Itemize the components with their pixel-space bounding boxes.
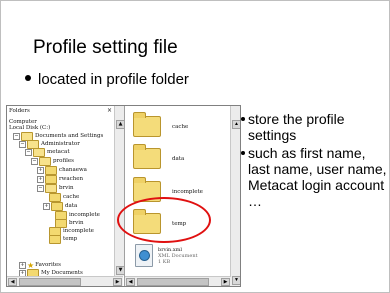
star-icon: ★ (27, 260, 35, 270)
tree-scroll-thumb[interactable] (19, 278, 81, 286)
tree-item-brvin-sub[interactable]: brvin (55, 218, 84, 228)
scroll-left-arrow-icon[interactable]: ◀ (126, 278, 135, 286)
bullet-dot (25, 75, 31, 82)
scroll-right-arrow-icon[interactable]: ▶ (113, 278, 122, 286)
xml-file-type: XML Document (158, 252, 198, 259)
folder-icon (133, 144, 161, 169)
tree-item-incomplete[interactable]: incomplete (55, 210, 100, 220)
bullet-dot (241, 151, 245, 155)
folder-icon (49, 192, 61, 202)
xml-file-details: brvin.xml XML Document 1 KB (158, 247, 198, 265)
tree-item-label: Local Disk (C:) (9, 124, 51, 131)
tree-header: Folders (9, 108, 30, 114)
tree-item-metacat[interactable]: − metacat (25, 147, 70, 157)
tree-item-chanaewa[interactable]: + chanaewa (37, 165, 87, 175)
scroll-up-arrow-icon[interactable]: ▲ (116, 120, 125, 129)
tree-item-label: incomplete (69, 211, 100, 218)
folder-icon (133, 112, 161, 137)
tree-vertical-scrollbar[interactable]: ▲ ▼ (114, 106, 125, 276)
folder-icon (33, 147, 45, 157)
files-vertical-scrollbar[interactable]: ▲ ▼ (230, 106, 240, 286)
tree-item-data[interactable]: + data (43, 201, 78, 211)
folder-icon (51, 201, 63, 211)
scroll-left-arrow-icon[interactable]: ◀ (8, 278, 17, 286)
tree-item-label: incomplete (63, 227, 94, 234)
tree-item-label: brvin (59, 184, 74, 191)
tree-item-local-disk[interactable]: Local Disk (C:) (9, 124, 50, 132)
tree-item-brvin[interactable]: − brvin (37, 183, 74, 193)
tree-item-label: profiles (53, 157, 74, 164)
tree-item-incomplete-2[interactable]: incomplete (49, 226, 94, 236)
globe-icon (139, 250, 150, 261)
scroll-down-arrow-icon[interactable]: ▼ (232, 276, 240, 285)
highlight-ring (117, 197, 211, 243)
notes-list: store the profile settings such as first… (241, 111, 389, 211)
location-bullet-text: located in profile folder (38, 71, 189, 88)
folder-icon (45, 165, 57, 175)
tree-close-button[interactable]: × (107, 107, 112, 114)
expand-toggle[interactable]: + (37, 175, 44, 183)
folder-icon (45, 174, 57, 184)
xml-document-icon (135, 244, 153, 267)
tree-item-administrator[interactable]: − Administrator (19, 139, 80, 149)
tree-item-label: metacat (47, 148, 70, 155)
tree-item-label: rwachen (59, 175, 84, 182)
file-item-data[interactable]: data (133, 144, 185, 169)
tree-item-favorites[interactable]: + ★ Favorites (19, 261, 61, 269)
file-label: incomplete (172, 188, 203, 195)
tree-item-label: chanaewa (59, 166, 87, 173)
folder-icon (39, 156, 51, 166)
tree-item-label: Documents and Settings (35, 132, 104, 139)
collapse-toggle[interactable]: − (37, 184, 44, 192)
expand-toggle[interactable]: + (19, 261, 26, 269)
files-horizontal-scrollbar[interactable]: ◀ ▶ (125, 276, 231, 286)
scroll-right-arrow-icon[interactable]: ▶ (221, 278, 230, 286)
file-item-xml[interactable]: brvin.xml XML Document 1 KB (135, 244, 198, 267)
tree-item-documents[interactable]: − Documents and Settings (13, 131, 104, 141)
tree-item-label: brvin (69, 219, 84, 226)
file-label: data (172, 155, 185, 162)
folder-icon (49, 234, 61, 244)
folder-tree-pane: Folders × Computer Local Disk (C:) − Docu… (7, 106, 125, 286)
tree-item-label: Favorites (35, 261, 61, 268)
collapse-toggle[interactable]: − (19, 140, 26, 148)
scroll-down-arrow-icon[interactable]: ▼ (116, 266, 125, 275)
note-text: such as first name, last name, user name… (248, 145, 387, 209)
tree-item-profiles[interactable]: − profiles (31, 156, 74, 166)
files-scroll-thumb[interactable] (137, 278, 209, 286)
note-text: store the profile settings (248, 111, 345, 143)
tree-item-label: data (65, 202, 78, 209)
note-item: store the profile settings (241, 111, 389, 143)
note-item: such as first name, last name, user name… (241, 145, 389, 209)
expand-toggle[interactable]: + (37, 166, 44, 174)
bullet-dot (241, 117, 245, 121)
expand-toggle[interactable]: + (43, 202, 50, 210)
explorer-window: Folders × Computer Local Disk (C:) − Docu… (6, 105, 241, 287)
scroll-up-arrow-icon[interactable]: ▲ (232, 120, 240, 129)
tree-item-cache[interactable]: cache (49, 192, 80, 202)
file-list-pane: cache data incomplete temp brvin.xml XML… (125, 106, 240, 286)
file-item-cache[interactable]: cache (133, 112, 189, 137)
collapse-toggle[interactable]: − (31, 157, 38, 165)
location-bullet: located in profile folder (25, 71, 189, 88)
slide-title: Profile setting file (33, 37, 178, 58)
collapse-toggle[interactable]: − (25, 148, 32, 156)
tree-item-rwachen[interactable]: + rwachen (37, 174, 84, 184)
tree-horizontal-scrollbar[interactable]: ◀ ▶ (7, 276, 123, 286)
tree-item-label: Administrator (41, 140, 80, 147)
tree-item-label: cache (63, 193, 80, 200)
slide: Profile setting file located in profile … (0, 0, 390, 293)
collapse-toggle[interactable]: − (13, 132, 20, 140)
xml-file-size: 1 KB (158, 258, 171, 265)
folder-icon (45, 183, 57, 193)
file-label: cache (172, 123, 189, 130)
tree-item-label: temp (63, 235, 78, 242)
tree-item-temp[interactable]: temp (49, 234, 78, 244)
